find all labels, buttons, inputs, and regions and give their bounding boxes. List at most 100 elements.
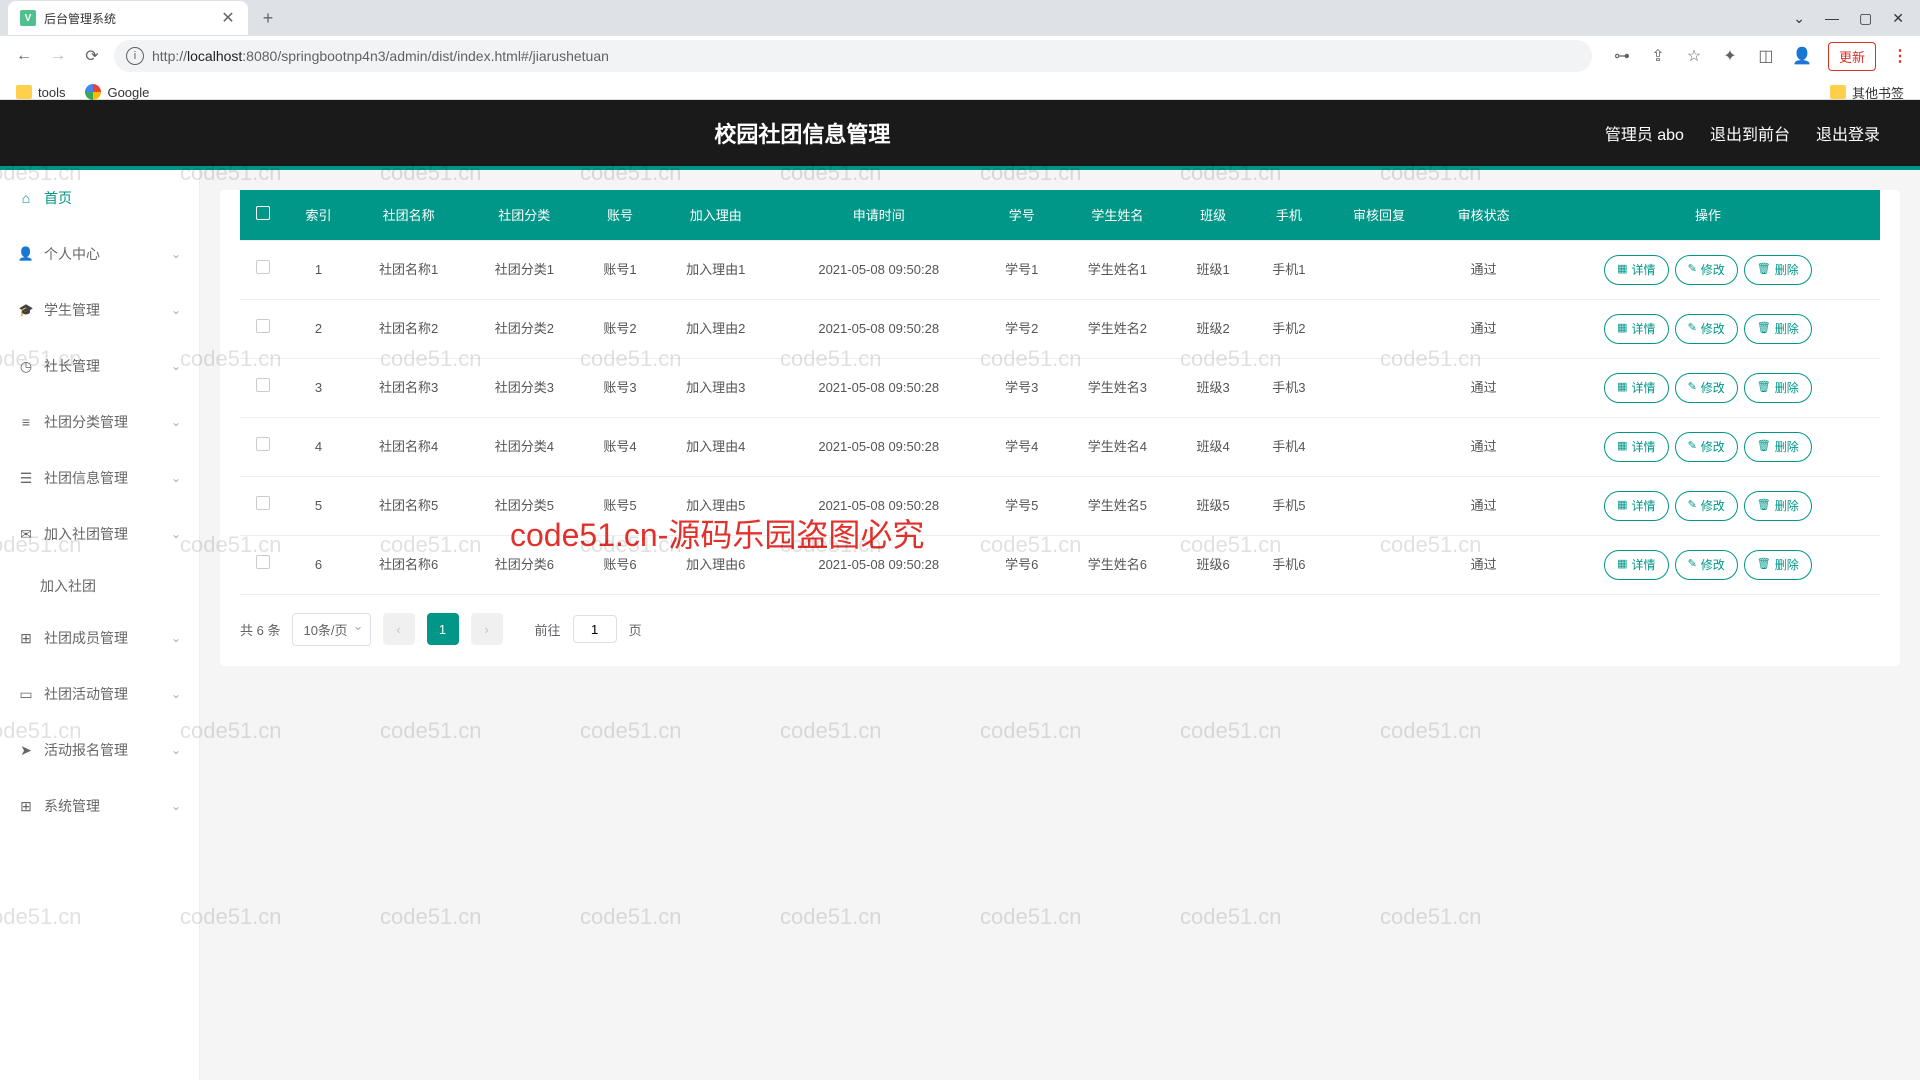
profile-icon[interactable]: 👤 <box>1792 46 1812 66</box>
edit-button[interactable]: ✎修改 <box>1675 373 1738 403</box>
edit-button[interactable]: ✎修改 <box>1675 255 1738 285</box>
table-cell-phone: 手机5 <box>1251 476 1327 535</box>
row-checkbox[interactable] <box>256 437 270 451</box>
logout-button[interactable]: 退出登录 <box>1816 121 1880 145</box>
table-cell-reason: 加入理由4 <box>658 417 774 476</box>
back-button[interactable]: ← <box>12 44 36 68</box>
sidebar-item-label: 活动报名管理 <box>44 740 128 760</box>
chevron-down-icon: ⌄ <box>171 687 181 701</box>
table-header-cell: 手机 <box>1251 190 1327 240</box>
edit-button[interactable]: ✎修改 <box>1675 432 1738 462</box>
tab-close-icon[interactable]: ✕ <box>220 10 236 26</box>
reload-button[interactable]: ⟳ <box>80 44 104 68</box>
delete-button[interactable]: 🗑删除 <box>1744 432 1812 462</box>
sidebar-item-3[interactable]: 社长管理⌄ <box>0 338 199 394</box>
sidebar-item-5[interactable]: 社团信息管理⌄ <box>0 450 199 506</box>
edit-icon: ✎ <box>1688 438 1697 455</box>
row-checkbox[interactable] <box>256 496 270 510</box>
logout-front-button[interactable]: 退出到前台 <box>1710 121 1790 145</box>
prev-page-button[interactable]: ‹ <box>383 613 415 645</box>
table-row: 4社团名称4社团分类4账号4加入理由42021-05-08 09:50:28学号… <box>240 417 1880 476</box>
row-checkbox[interactable] <box>256 319 270 333</box>
table-cell-reason: 加入理由1 <box>658 240 774 299</box>
detail-button[interactable]: ▦详情 <box>1604 314 1668 344</box>
icon-user-icon <box>18 246 34 262</box>
sidebar-item-7[interactable]: 社团成员管理⌄ <box>0 610 199 666</box>
sidebar-item-10[interactable]: 系统管理⌄ <box>0 778 199 834</box>
page-size-select[interactable]: 10条/页 <box>292 613 370 646</box>
sidebar-item-9[interactable]: 活动报名管理⌄ <box>0 722 199 778</box>
table-header-cell: 加入理由 <box>658 190 774 240</box>
delete-button[interactable]: 🗑删除 <box>1744 314 1812 344</box>
table-row: 2社团名称2社团分类2账号2加入理由22021-05-08 09:50:28学号… <box>240 299 1880 358</box>
table-header-cell: 审核状态 <box>1431 190 1536 240</box>
password-icon[interactable]: ⊶ <box>1612 46 1632 66</box>
next-page-button[interactable]: › <box>471 613 503 645</box>
new-tab-button[interactable]: + <box>254 4 282 32</box>
table-row: 1社团名称1社团分类1账号1加入理由12021-05-08 09:50:28学号… <box>240 240 1880 299</box>
delete-button[interactable]: 🗑删除 <box>1744 255 1812 285</box>
side-panel-icon[interactable]: ◫ <box>1756 46 1776 66</box>
sidebar-item-4[interactable]: 社团分类管理⌄ <box>0 394 199 450</box>
window-dropdown-icon[interactable]: ⌄ <box>1793 10 1805 27</box>
site-info-icon[interactable]: i <box>126 47 144 65</box>
sidebar-item-1[interactable]: 个人中心⌄ <box>0 226 199 282</box>
edit-button[interactable]: ✎修改 <box>1675 314 1738 344</box>
table-cell-sno: 学号3 <box>984 358 1060 417</box>
chevron-down-icon: ⌄ <box>171 527 181 541</box>
window-maximize-icon[interactable]: ▢ <box>1859 10 1872 27</box>
detail-button[interactable]: ▦详情 <box>1604 432 1668 462</box>
sidebar-item-8[interactable]: 社团活动管理⌄ <box>0 666 199 722</box>
chevron-down-icon: ⌄ <box>171 303 181 317</box>
detail-button[interactable]: ▦详情 <box>1604 491 1668 521</box>
table-cell-acc: 账号6 <box>582 535 658 594</box>
browser-tab[interactable]: 后台管理系统 ✕ <box>8 1 248 35</box>
detail-button[interactable]: ▦详情 <box>1604 550 1668 580</box>
chrome-menu-icon[interactable]: ⋮ <box>1892 46 1908 66</box>
window-close-icon[interactable]: ✕ <box>1892 10 1904 27</box>
goto-page-input[interactable] <box>573 615 617 643</box>
chevron-down-icon: ⌄ <box>171 471 181 485</box>
row-checkbox[interactable] <box>256 260 270 274</box>
detail-button[interactable]: ▦详情 <box>1604 373 1668 403</box>
window-minimize-icon[interactable]: — <box>1825 10 1839 27</box>
bookmark-other[interactable]: 其他书签 <box>1830 83 1904 102</box>
bookmark-star-icon[interactable]: ☆ <box>1684 46 1704 66</box>
delete-button[interactable]: 🗑删除 <box>1744 491 1812 521</box>
sidebar-item-0[interactable]: 首页 <box>0 170 199 226</box>
select-all-checkbox[interactable] <box>256 206 270 220</box>
delete-button[interactable]: 🗑删除 <box>1744 373 1812 403</box>
table-cell-reply <box>1327 417 1432 476</box>
row-checkbox[interactable] <box>256 555 270 569</box>
detail-button[interactable]: ▦详情 <box>1604 255 1668 285</box>
delete-button[interactable]: 🗑删除 <box>1744 550 1812 580</box>
detail-icon: ▦ <box>1617 261 1627 278</box>
bookmark-google[interactable]: Google <box>85 84 149 100</box>
sidebar-item-6[interactable]: 加入社团管理⌄ <box>0 506 199 562</box>
sidebar-subitem[interactable]: 加入社团 <box>0 562 199 610</box>
bookmark-tools[interactable]: tools <box>16 85 65 100</box>
vue-favicon-icon <box>20 10 36 26</box>
detail-icon: ▦ <box>1617 320 1627 337</box>
edit-button[interactable]: ✎修改 <box>1675 550 1738 580</box>
sidebar-item-2[interactable]: 学生管理⌄ <box>0 282 199 338</box>
table-cell-time: 2021-05-08 09:50:28 <box>774 299 984 358</box>
url-input[interactable]: i http://localhost:8080/springbootnp4n3/… <box>114 40 1592 72</box>
page-number-button[interactable]: 1 <box>427 613 459 645</box>
edit-icon: ✎ <box>1688 320 1697 337</box>
update-button[interactable]: 更新 <box>1828 42 1876 71</box>
app-header: 校园社团信息管理 管理员 abo 退出到前台 退出登录 <box>0 100 1920 170</box>
table-cell-idx: 2 <box>286 299 351 358</box>
table-cell-cat: 社团分类5 <box>466 476 582 535</box>
user-label[interactable]: 管理员 abo <box>1605 121 1684 145</box>
table-cell-sname: 学生姓名1 <box>1060 240 1176 299</box>
row-checkbox[interactable] <box>256 378 270 392</box>
extensions-icon[interactable]: ✦ <box>1720 46 1740 66</box>
table-header-row: 索引社团名称社团分类账号加入理由申请时间学号学生姓名班级手机审核回复审核状态操作 <box>240 190 1880 240</box>
forward-button[interactable]: → <box>46 44 70 68</box>
edit-button[interactable]: ✎修改 <box>1675 491 1738 521</box>
delete-icon: 🗑 <box>1757 556 1771 573</box>
table-header-cell: 学生姓名 <box>1060 190 1176 240</box>
table-cell-sname: 学生姓名4 <box>1060 417 1176 476</box>
share-icon[interactable]: ⇪ <box>1648 46 1668 66</box>
